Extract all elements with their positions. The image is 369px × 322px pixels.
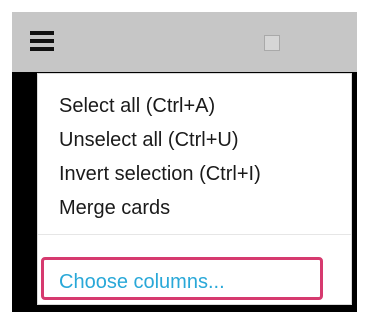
menu-item-invert-selection[interactable]: Invert selection (Ctrl+I) <box>59 162 261 186</box>
menu-separator <box>38 234 351 235</box>
checkbox-icon[interactable] <box>264 35 280 51</box>
toolbar <box>12 12 357 72</box>
hamburger-menu-icon[interactable] <box>26 24 62 60</box>
menu-item-select-all[interactable]: Select all (Ctrl+A) <box>59 94 215 118</box>
dropdown-menu: Select all (Ctrl+A) Unselect all (Ctrl+U… <box>37 73 352 305</box>
menu-item-choose-columns[interactable]: Choose columns... <box>59 270 225 294</box>
menu-item-merge-cards[interactable]: Merge cards <box>59 196 170 220</box>
screenshot-frame: Select all (Ctrl+A) Unselect all (Ctrl+U… <box>0 0 369 322</box>
menu-item-unselect-all[interactable]: Unselect all (Ctrl+U) <box>59 128 238 152</box>
